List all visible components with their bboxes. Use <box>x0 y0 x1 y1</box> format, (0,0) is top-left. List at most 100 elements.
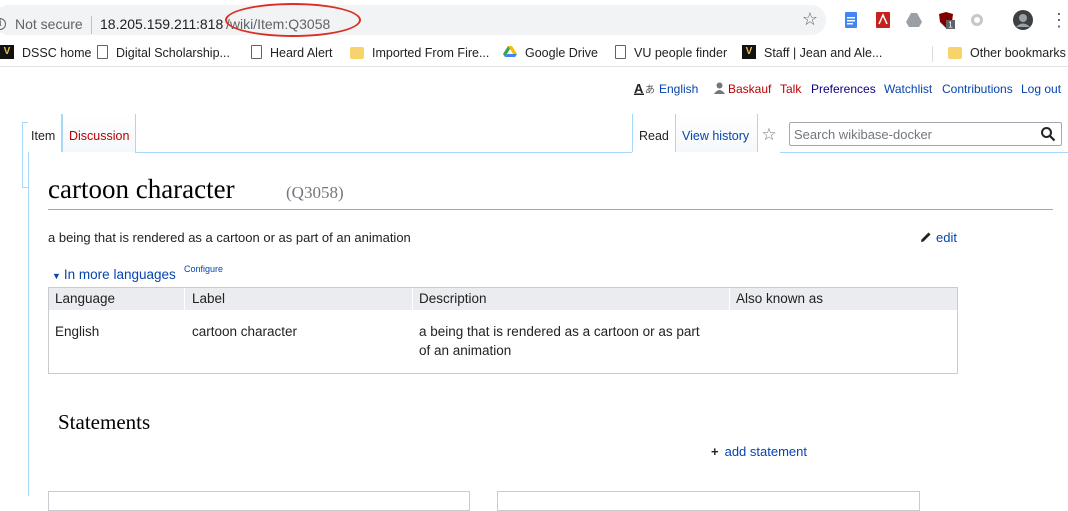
bookmark-label: Heard Alert <box>270 46 333 60</box>
bookmark-heard-alert[interactable]: Heard Alert <box>249 45 333 61</box>
translate-icon: Aあ <box>634 81 655 96</box>
tab-item[interactable]: Item <box>28 114 62 152</box>
configure-link[interactable]: Configure <box>184 264 223 274</box>
cell-language: English <box>55 324 100 339</box>
pencil-icon <box>921 232 931 242</box>
profile-avatar[interactable] <box>1013 10 1033 30</box>
pdf-extension-icon[interactable] <box>874 11 892 29</box>
logout-link[interactable]: Log out <box>1021 81 1061 97</box>
statement-box <box>48 491 470 511</box>
edit-label: edit <box>936 230 957 245</box>
tab-strip-border <box>135 152 632 153</box>
docs-extension-icon[interactable] <box>842 11 860 29</box>
more-languages-label: In more languages <box>63 267 176 282</box>
bookmark-label: DSSC home <box>22 46 92 60</box>
cell-description-line1[interactable]: a being that is rendered as a cartoon or… <box>419 322 700 341</box>
tab-strip-border <box>780 152 1068 153</box>
language-link[interactable]: English <box>659 82 698 96</box>
svg-text:A: A <box>634 81 644 95</box>
bookmark-label: Imported From Fire... <box>372 46 490 60</box>
page-icon <box>251 45 262 59</box>
preferences-link[interactable]: Preferences <box>811 81 876 97</box>
tab-view-history[interactable]: View history <box>676 114 758 152</box>
watch-star-icon[interactable]: ☆ <box>758 124 780 146</box>
not-secure-label[interactable]: Not secure <box>15 16 83 32</box>
bookmark-staff[interactable]: V Staff | Jean and Ale... <box>742 45 882 61</box>
username[interactable]: Baskauf <box>728 82 771 96</box>
column-divider <box>729 288 730 310</box>
other-bookmarks[interactable]: Other bookmarks <box>948 45 1066 61</box>
page-icon <box>97 45 108 59</box>
drive-extension-icon[interactable] <box>905 11 923 29</box>
languages-table: Language Label Description Also known as… <box>48 287 958 374</box>
statement-box <box>497 491 920 511</box>
tab-read-label: Read <box>639 129 669 143</box>
talk-link[interactable]: Talk <box>780 81 801 97</box>
browser-menu-icon[interactable]: ⋮ <box>1050 10 1068 30</box>
bookmark-star-icon[interactable]: ☆ <box>800 9 820 29</box>
google-drive-icon <box>503 46 517 57</box>
chevron-down-icon: ▼ <box>52 271 61 281</box>
bookmark-dssc-home[interactable]: V DSSC home <box>0 45 91 61</box>
search-input[interactable] <box>794 126 1034 142</box>
statements-heading: Statements <box>58 410 151 434</box>
plus-icon: + <box>711 444 719 459</box>
address-bar[interactable]: i Not secure 18.205.159.211 :818 /wiki/I… <box>0 5 826 35</box>
column-divider <box>412 288 413 310</box>
edit-button[interactable]: edit <box>920 230 957 245</box>
bookmarks-bar: V DSSC home Digital Scholarship... Heard … <box>0 40 1068 67</box>
tab-read[interactable]: Read <box>632 114 676 152</box>
user-icon <box>714 82 725 94</box>
column-header: Label <box>192 291 226 306</box>
ublock-extension-icon[interactable]: 1 <box>937 11 955 29</box>
item-description: a being that is rendered as a cartoon or… <box>48 230 411 245</box>
more-languages-toggle[interactable]: ▼ In more languages <box>52 267 176 282</box>
info-icon[interactable]: i <box>0 18 6 30</box>
vanderbilt-icon: V <box>0 45 14 59</box>
tab-discussion-label: Discussion <box>69 129 130 143</box>
url-port[interactable]: :818 <box>196 16 223 32</box>
bookmark-label: Google Drive <box>525 46 598 60</box>
watchlist-link[interactable]: Watchlist <box>884 81 932 97</box>
folder-icon <box>948 47 962 59</box>
cell-description-line2[interactable]: of an animation <box>419 341 511 360</box>
tab-view-history-label: View history <box>682 129 750 143</box>
bookmark-google-drive[interactable]: Google Drive <box>503 45 598 61</box>
item-id: (Q3058) <box>286 183 344 202</box>
add-statement-label: add statement <box>724 444 807 459</box>
circle-extension-icon[interactable] <box>968 11 986 29</box>
bookmark-imported-from-firefox[interactable]: Imported From Fire... <box>350 45 489 61</box>
bookmark-label: Staff | Jean and Ale... <box>764 46 883 60</box>
page-icon <box>615 45 626 59</box>
search-icon[interactable] <box>1040 126 1056 142</box>
left-sidebar-edge <box>0 114 29 496</box>
search-box <box>789 122 1062 146</box>
page-title: cartoon character <box>48 174 235 204</box>
bookmark-vu-people-finder[interactable]: VU people finder <box>613 45 727 61</box>
column-header: Description <box>419 291 487 306</box>
url-separator <box>91 16 92 34</box>
language-selector[interactable]: A あ English <box>634 81 698 97</box>
bookmark-digital-scholarship[interactable]: Digital Scholarship... <box>95 45 230 61</box>
user-page-link[interactable]: Baskauf <box>714 81 771 97</box>
vanderbilt-icon: V <box>742 45 756 59</box>
red-annotation-circle <box>225 3 361 37</box>
bookmark-label: Digital Scholarship... <box>116 46 230 60</box>
browser-toolbar: i Not secure 18.205.159.211 :818 /wiki/I… <box>0 0 1068 40</box>
column-divider <box>184 288 185 310</box>
column-header: Also known as <box>736 291 824 306</box>
extension-badge: 1 <box>948 21 953 30</box>
title-divider <box>48 209 1053 210</box>
svg-text:あ: あ <box>645 84 655 95</box>
add-statement-button[interactable]: + add statement <box>711 444 807 459</box>
url-host[interactable]: 18.205.159.211 <box>100 16 196 32</box>
tab-item-label: Item <box>31 129 56 143</box>
folder-icon <box>350 47 364 59</box>
cell-label[interactable]: cartoon character <box>192 322 297 341</box>
bookmark-label: Other bookmarks <box>970 46 1066 60</box>
table-header: Language Label Description Also known as <box>49 288 957 310</box>
bookmarks-divider <box>932 46 933 62</box>
contributions-link[interactable]: Contributions <box>942 81 1013 97</box>
tab-discussion[interactable]: Discussion <box>62 114 136 152</box>
column-header: Language <box>55 291 116 306</box>
